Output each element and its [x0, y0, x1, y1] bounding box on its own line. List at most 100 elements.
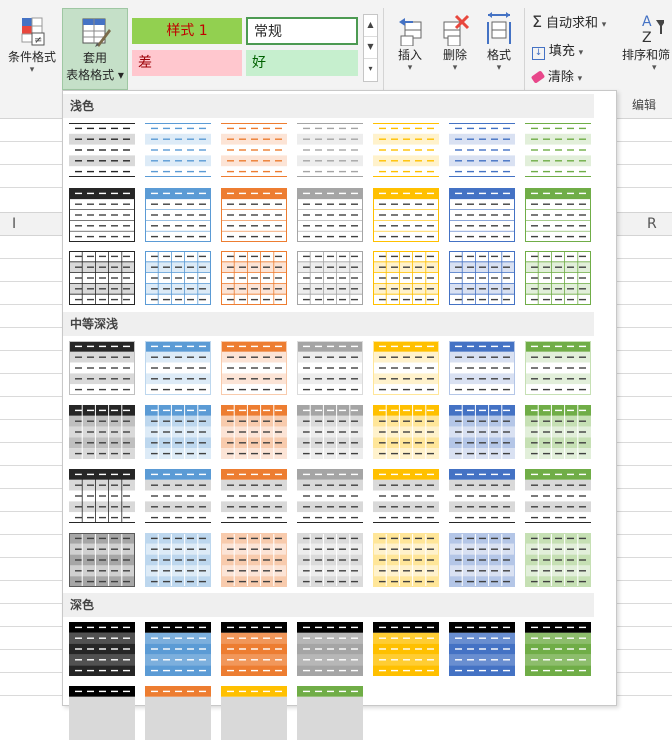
- cell-styles-scrollbar[interactable]: ▲ ▼ ▾: [363, 14, 378, 82]
- sort-filter-label: 排序和筛: [622, 48, 671, 62]
- scroll-up-icon[interactable]: ▲: [364, 15, 377, 37]
- table-style-med4-darkblue[interactable]: [449, 533, 515, 587]
- clear-button[interactable]: 清除 ▾: [530, 66, 582, 85]
- table-style-med3-green[interactable]: [525, 469, 591, 523]
- cell-style-style1[interactable]: 样式 1: [132, 18, 242, 44]
- table-style-med1-black[interactable]: [69, 341, 135, 395]
- table-style-med4-blue[interactable]: [145, 533, 211, 587]
- table-style-light3-darkblue[interactable]: [449, 251, 515, 305]
- table-style-med2-orange[interactable]: [221, 405, 287, 459]
- conditional-format-button[interactable]: ≠ 条件格式 ▾: [4, 14, 60, 75]
- table-style-med2-blue[interactable]: [145, 405, 211, 459]
- table-style-med3-blue[interactable]: [145, 469, 211, 523]
- table-style-med3-orange[interactable]: [221, 469, 287, 523]
- format-button[interactable]: 格式 ▾: [480, 10, 518, 73]
- table-style-med4-green[interactable]: [525, 533, 591, 587]
- table-style-light1-gold[interactable]: [373, 123, 439, 177]
- cell-style-good[interactable]: 好: [246, 50, 358, 76]
- table-style-med2-gray[interactable]: [297, 405, 363, 459]
- table-style-med2-green[interactable]: [525, 405, 591, 459]
- table-style-med4-gray[interactable]: [297, 533, 363, 587]
- clear-label: 清除: [547, 70, 574, 85]
- sort-filter-button[interactable]: A Z 排序和筛 ▾: [622, 12, 672, 73]
- table-style-dark1-darkblue[interactable]: [449, 622, 515, 676]
- table-style-dark1-gold[interactable]: [373, 622, 439, 676]
- format-as-table-button[interactable]: 套用 表格格式 ▾: [62, 8, 128, 90]
- table-style-light3-orange[interactable]: [221, 251, 287, 305]
- table-style-med1-green[interactable]: [525, 341, 591, 395]
- fill-down-icon: ↓: [532, 47, 545, 60]
- table-style-med1-orange[interactable]: [221, 341, 287, 395]
- column-header-i[interactable]: I: [12, 216, 16, 232]
- table-style-light3-green[interactable]: [525, 251, 591, 305]
- row-line: [0, 603, 62, 604]
- fill-button[interactable]: ↓ 填充 ▾: [532, 40, 583, 60]
- table-style-med1-darkblue[interactable]: [449, 341, 515, 395]
- gallery-more-icon[interactable]: ▾: [364, 59, 377, 80]
- table-style-dark2-gray[interactable]: [297, 686, 363, 740]
- table-style-light1-green[interactable]: [525, 123, 591, 177]
- table-style-light2-orange[interactable]: [221, 188, 287, 242]
- table-style-light2-gold[interactable]: [373, 188, 439, 242]
- table-style-med3-gold[interactable]: [373, 469, 439, 523]
- table-style-light2-blue[interactable]: [145, 188, 211, 242]
- table-style-med4-orange[interactable]: [221, 533, 287, 587]
- table-style-light1-black[interactable]: [69, 123, 135, 177]
- table-style-dark1-gray[interactable]: [297, 622, 363, 676]
- delete-button[interactable]: 删除 ▾: [434, 12, 476, 73]
- table-style-light1-darkblue[interactable]: [449, 123, 515, 177]
- row-line: [615, 672, 672, 673]
- row-line: [0, 465, 62, 466]
- row-line: [615, 281, 672, 282]
- svg-text:≠: ≠: [34, 35, 42, 46]
- row-line: [615, 511, 672, 512]
- table-style-light2-black[interactable]: [69, 188, 135, 242]
- table-style-dark2-blue[interactable]: [145, 686, 211, 740]
- table-style-light1-orange[interactable]: [221, 123, 287, 177]
- row-line: [0, 350, 62, 351]
- table-style-dark1-black[interactable]: [69, 622, 135, 676]
- table-style-med3-gray[interactable]: [297, 469, 363, 523]
- table-style-light3-gray[interactable]: [297, 251, 363, 305]
- row-line: [615, 187, 672, 188]
- table-style-dark1-blue[interactable]: [145, 622, 211, 676]
- table-style-med1-gray[interactable]: [297, 341, 363, 395]
- row-line: [615, 350, 672, 351]
- table-style-light2-gray[interactable]: [297, 188, 363, 242]
- autosum-button[interactable]: Σ 自动求和 ▾: [532, 12, 606, 31]
- table-style-med2-darkblue[interactable]: [449, 405, 515, 459]
- table-style-dark1-green[interactable]: [525, 622, 591, 676]
- table-style-dark2-black[interactable]: [69, 686, 135, 740]
- cell-style-bad[interactable]: 差: [132, 50, 242, 76]
- row-line: [615, 465, 672, 466]
- table-style-med3-black[interactable]: [69, 469, 135, 523]
- table-style-dark2-orange[interactable]: [221, 686, 287, 740]
- table-style-light3-black[interactable]: [69, 251, 135, 305]
- table-style-med4-black[interactable]: [69, 533, 135, 587]
- column-header-r[interactable]: R: [647, 216, 657, 232]
- table-style-light1-blue[interactable]: [145, 123, 211, 177]
- table-style-dark1-orange[interactable]: [221, 622, 287, 676]
- table-style-light2-darkblue[interactable]: [449, 188, 515, 242]
- row-line: [615, 304, 672, 305]
- table-style-med2-black[interactable]: [69, 405, 135, 459]
- table-style-med1-gold[interactable]: [373, 341, 439, 395]
- table-style-light3-gold[interactable]: [373, 251, 439, 305]
- table-style-med3-darkblue[interactable]: [449, 469, 515, 523]
- row-line: [0, 649, 62, 650]
- table-style-light3-blue[interactable]: [145, 251, 211, 305]
- row-line: [0, 187, 62, 188]
- row-line: [0, 534, 62, 535]
- row-line: [0, 258, 62, 259]
- table-style-light1-gray[interactable]: [297, 123, 363, 177]
- table-style-med2-gold[interactable]: [373, 405, 439, 459]
- editing-group-label: 编辑: [632, 98, 657, 112]
- table-style-med1-blue[interactable]: [145, 341, 211, 395]
- table-style-light2-green[interactable]: [525, 188, 591, 242]
- row-line: [0, 511, 62, 512]
- table-style-med4-gold[interactable]: [373, 533, 439, 587]
- insert-button[interactable]: 插入 ▾: [390, 12, 430, 73]
- gallery-scroll-area[interactable]: [594, 91, 616, 705]
- cell-style-normal[interactable]: 常规: [246, 17, 358, 45]
- scroll-down-icon[interactable]: ▼: [364, 37, 377, 59]
